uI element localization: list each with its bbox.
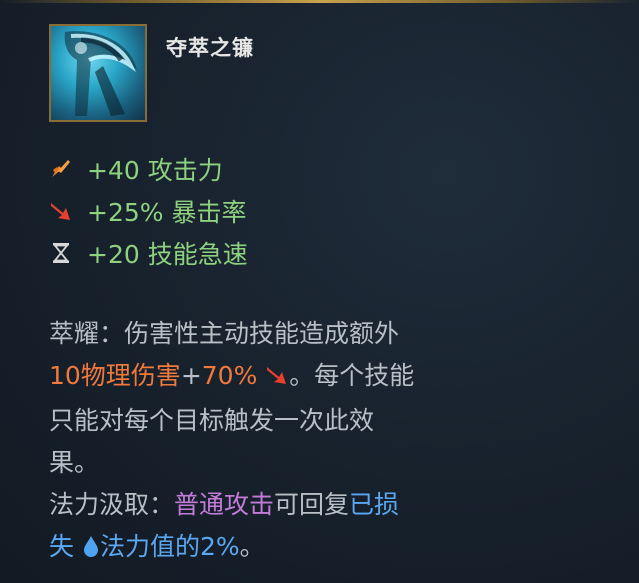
stat-crit-chance-text: +25% 暴击率 xyxy=(87,198,247,227)
stat-ability-haste: +20 技能急速 xyxy=(49,232,248,274)
item-description: 萃耀：伤害性主动技能造成额外 10物理伤害+70% 。每个技能 只能对每个目标触… xyxy=(49,313,509,571)
stat-attack-damage-text: +40 攻击力 xyxy=(87,156,223,185)
item-scythe-icon xyxy=(49,24,147,122)
passive1-ratio: 70% xyxy=(201,361,258,390)
stat-crit-chance: +25% 暴击率 xyxy=(49,190,248,232)
tooltip-top-border xyxy=(0,0,639,3)
passive1-damage: 10物理伤害 xyxy=(49,361,181,390)
passive1-line3: 只能对每个目标触发一次此效 xyxy=(49,406,375,435)
passive2-lost2: 失 xyxy=(49,532,75,561)
ability-haste-icon xyxy=(49,241,73,265)
passive2-end: 。 xyxy=(239,532,265,561)
passive2-middle: 可回复 xyxy=(274,490,350,519)
passive2-line2: 失 法力值的2%。 xyxy=(49,526,509,571)
passive2-on-hit: 普通攻击 xyxy=(174,490,275,519)
passive1-line1: 萃耀：伤害性主动技能造成额外 xyxy=(49,319,400,348)
passive2-mana: 法力值的2% xyxy=(99,532,240,561)
passive2-label: 法力汲取： xyxy=(49,490,175,519)
mana-drop-icon xyxy=(82,529,100,571)
item-name: 夺萃之镰 xyxy=(166,36,254,60)
bonus-ad-icon xyxy=(265,358,289,400)
stat-attack-damage: +40 攻击力 xyxy=(49,148,248,190)
item-stats: +40 攻击力 +25% 暴击率 +20 技能急速 xyxy=(49,148,248,274)
passive1-line2-tail: 。每个技能 xyxy=(289,361,415,390)
passive1-line2: 10物理伤害+70% 。每个技能 xyxy=(49,355,509,400)
crit-chance-icon xyxy=(49,199,73,223)
passive2-lost: 已损 xyxy=(349,490,400,519)
stat-ability-haste-text: +20 技能急速 xyxy=(87,240,248,269)
attack-damage-icon xyxy=(49,157,73,181)
passive1-plus: + xyxy=(180,361,202,390)
passive1-line4: 果。 xyxy=(49,448,100,477)
passive2-line1: 法力汲取：普通攻击可回复已损 xyxy=(49,484,509,526)
